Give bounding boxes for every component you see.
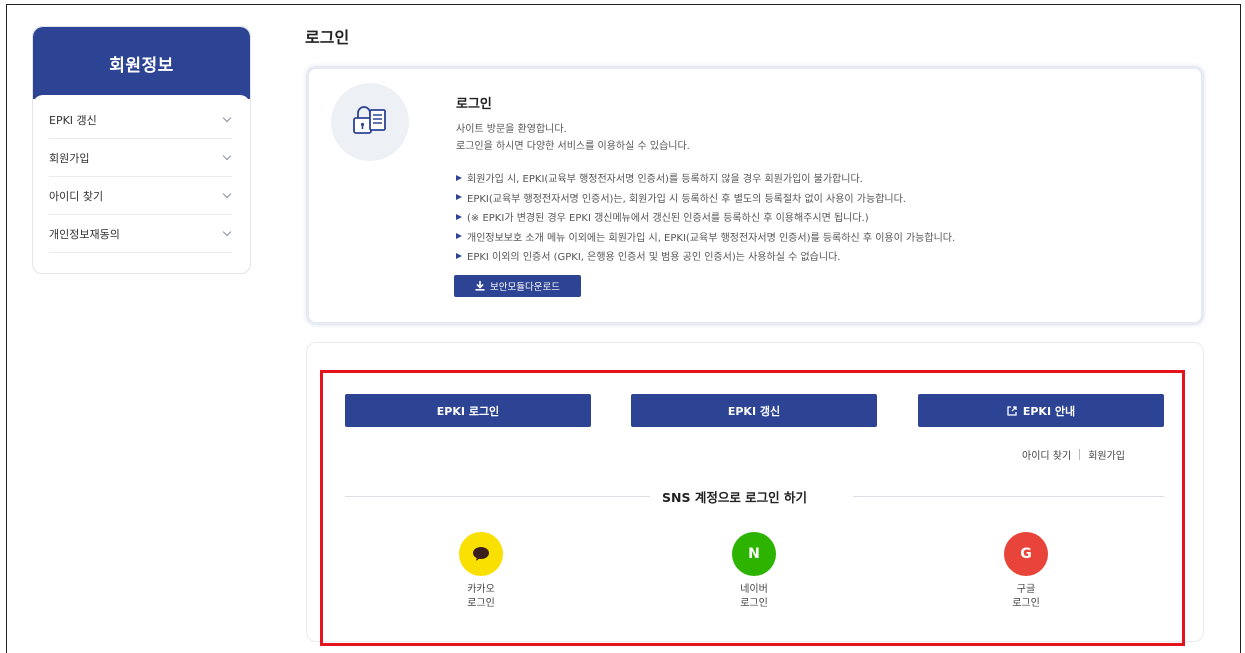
sidebar-item-privacy-reconsent[interactable]: 개인정보재동의	[49, 215, 232, 253]
notice-text: 회원가입 시, EPKI(교육부 행정전자서명 인증서)를 등록하지 않을 경우…	[467, 174, 863, 186]
notice-item: EPKI 이외의 인증서 (GPKI, 은행용 인증서 및 범용 공인 인증서)…	[456, 246, 955, 266]
triangle-bullet-icon	[456, 174, 462, 181]
security-module-download-button[interactable]: 보안모듈다운로드	[454, 275, 581, 297]
notice-text: 개인정보보호 소개 메뉴 이외에는 회원가입 시, EPKI(교육부 행정전자서…	[467, 232, 956, 244]
triangle-bullet-icon	[456, 213, 462, 220]
login-info-card: 로그인 사이트 방문을 환영합니다. 로그인을 하시면 다양한 서비스를 이용하…	[306, 66, 1204, 325]
page-title: 로그인	[305, 28, 350, 47]
notice-item: (※ EPKI가 변경된 경우 EPKI 갱신메뉴에서 갱신된 인증서를 등록하…	[456, 207, 955, 227]
triangle-bullet-icon	[456, 233, 462, 240]
info-title: 로그인	[456, 97, 492, 112]
chevron-down-icon	[223, 115, 232, 124]
download-label: 보안모듈다운로드	[490, 282, 560, 293]
notice-text: (※ EPKI가 변경된 경우 EPKI 갱신메뉴에서 갱신된 인증서를 등록하…	[467, 213, 869, 225]
chevron-down-icon	[223, 191, 232, 200]
info-desc-line: 사이트 방문을 환영합니다.	[456, 124, 567, 135]
notice-list: 회원가입 시, EPKI(교육부 행정전자서명 인증서)를 등록하지 않을 경우…	[456, 168, 955, 266]
sidebar-item-find-id[interactable]: 아이디 찾기	[49, 177, 232, 215]
info-description: 사이트 방문을 환영합니다. 로그인을 하시면 다양한 서비스를 이용하실 수 …	[456, 121, 690, 155]
triangle-bullet-icon	[456, 194, 462, 201]
info-desc-line: 로그인을 하시면 다양한 서비스를 이용하실 수 있습니다.	[456, 141, 690, 152]
notice-text: EPKI(교육부 행정전자서명 인증서)는, 회원가입 시 등록하신 후 별도의…	[467, 193, 906, 205]
chevron-down-icon	[223, 153, 232, 162]
sidebar-item-label: 개인정보재동의	[49, 227, 120, 241]
sidebar-menu: EPKI 갱신 회원가입 아이디 찾기 개인정보재동의	[33, 95, 250, 273]
sidebar-item-label: EPKI 갱신	[49, 113, 97, 127]
sidebar-item-label: 회원가입	[49, 151, 90, 165]
sidebar-item-signup[interactable]: 회원가입	[49, 139, 232, 177]
lock-document-icon	[331, 83, 409, 161]
sidebar-item-epki-renew[interactable]: EPKI 갱신	[49, 101, 232, 139]
notice-item: EPKI(교육부 행정전자서명 인증서)는, 회원가입 시 등록하신 후 별도의…	[456, 188, 955, 208]
triangle-bullet-icon	[456, 252, 462, 259]
notice-text: EPKI 이외의 인증서 (GPKI, 은행용 인증서 및 범용 공인 인증서)…	[467, 252, 841, 264]
notice-item: 개인정보보호 소개 메뉴 이외에는 회원가입 시, EPKI(교육부 행정전자서…	[456, 227, 955, 247]
sidebar-item-label: 아이디 찾기	[49, 189, 104, 203]
sidebar: 회원정보 EPKI 갱신 회원가입 아이디 찾기 개인정보재동의	[32, 26, 251, 274]
notice-item: 회원가입 시, EPKI(교육부 행정전자서명 인증서)를 등록하지 않을 경우…	[456, 168, 955, 188]
highlight-box	[320, 370, 1185, 646]
sidebar-title: 회원정보	[33, 27, 250, 99]
chevron-down-icon	[223, 229, 232, 238]
download-icon	[475, 281, 485, 291]
